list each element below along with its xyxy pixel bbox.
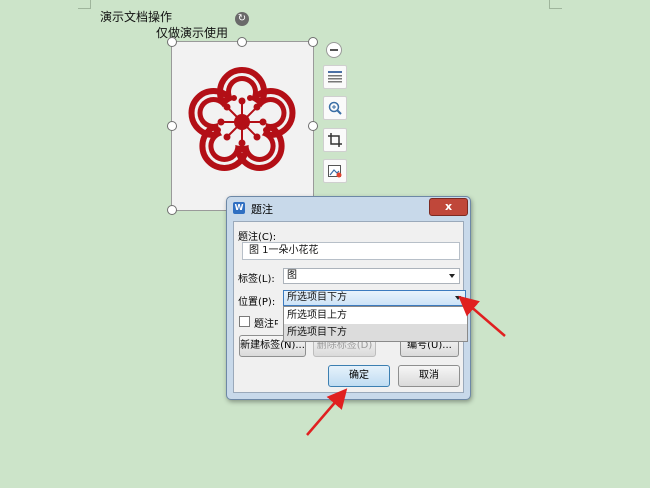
position-dropdown-list: 所选项目上方 所选项目下方 — [283, 306, 468, 342]
chevron-down-icon — [449, 274, 455, 278]
cancel-button[interactable]: 取消 — [398, 365, 460, 387]
layout-icon — [328, 71, 342, 83]
zoom-image-button[interactable] — [323, 96, 347, 120]
page-corner-mark-right — [549, 0, 562, 9]
close-button[interactable]: x — [429, 198, 468, 216]
position-option-below[interactable]: 所选项目下方 — [284, 324, 467, 341]
position-option-above[interactable]: 所选项目上方 — [284, 307, 467, 324]
crop-image-button[interactable] — [323, 128, 347, 152]
zoom-icon — [328, 101, 342, 115]
tag-select-value: 图 — [287, 270, 297, 281]
resize-handle-middle-left[interactable] — [167, 121, 177, 131]
tag-select[interactable]: 图 — [283, 268, 460, 284]
resize-handle-top-left[interactable] — [167, 37, 177, 47]
layout-options-button[interactable] — [323, 65, 347, 89]
collapse-toolbar-icon[interactable] — [326, 42, 342, 58]
ok-button[interactable]: 确定 — [328, 365, 390, 387]
caption-dialog: W 题注 x 题注(C): 图 1一朵小花花 标签(L): 图 位置(P): 所… — [226, 196, 471, 400]
selected-picture[interactable] — [171, 41, 314, 211]
image-edit-button[interactable] — [323, 159, 347, 183]
page-corner-mark-left — [78, 0, 91, 9]
resize-handle-top-right[interactable] — [308, 37, 318, 47]
exclude-label-checkbox[interactable] — [239, 316, 250, 327]
crop-icon — [328, 133, 342, 147]
dialog-body: 题注(C): 图 1一朵小花花 标签(L): 图 位置(P): 所选项目下方 题… — [233, 221, 468, 393]
caption-label: 题注(C): — [238, 232, 277, 243]
caption-input[interactable]: 图 1一朵小花花 — [242, 242, 460, 260]
plum-blossom-image — [188, 67, 296, 171]
resize-handle-top-center[interactable] — [237, 37, 247, 47]
image-edit-icon — [328, 165, 342, 178]
document-text-line-1: 演示文档操作 — [100, 10, 173, 24]
position-select[interactable]: 所选项目下方 — [283, 290, 466, 306]
chevron-down-icon — [455, 296, 461, 300]
app-icon: W — [233, 202, 245, 214]
exclude-label-text: 题注中不包含标签(E) — [254, 319, 278, 330]
position-select-value: 所选项目下方 — [287, 292, 347, 303]
dialog-title: 题注 — [251, 203, 273, 216]
dialog-title-bar[interactable]: W 题注 x — [227, 197, 470, 219]
resize-handle-bottom-left[interactable] — [167, 205, 177, 215]
rotate-handle-icon[interactable]: ↻ — [235, 12, 249, 26]
resize-handle-middle-right[interactable] — [308, 121, 318, 131]
position-label: 位置(P): — [238, 297, 276, 308]
tag-label: 标签(L): — [238, 274, 275, 285]
